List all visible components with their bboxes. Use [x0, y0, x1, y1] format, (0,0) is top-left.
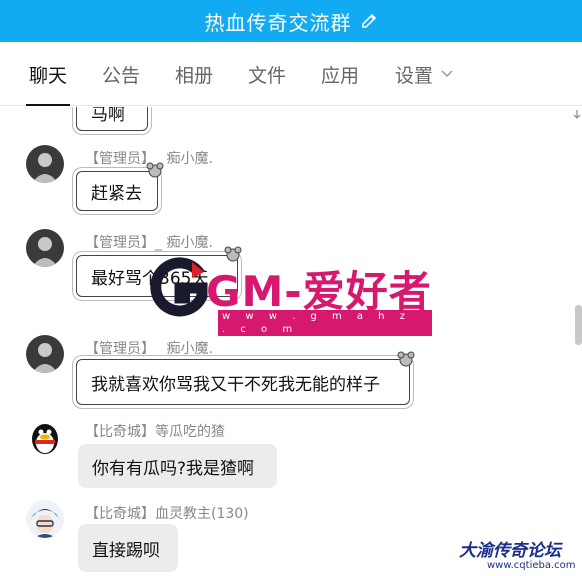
- tab-announcement[interactable]: 公告: [102, 42, 140, 106]
- message-text: 马啊: [91, 107, 125, 125]
- forum-watermark: 大渝传奇论坛 www.cqtieba.com: [455, 536, 580, 576]
- message-timestamp: 7:16:54: [276, 310, 323, 324]
- sender-name: 【比奇城】等瓜吃的猹: [85, 424, 225, 440]
- tab-chat[interactable]: 聊天: [25, 42, 71, 106]
- sender-name: 【比奇城】血灵教主(130): [85, 506, 249, 522]
- tab-bar: 聊天 公告 相册 文件 应用 设置: [0, 42, 582, 119]
- message-bubble[interactable]: 马啊: [76, 107, 148, 131]
- title-bar: 热血传奇交流群: [0, 0, 582, 42]
- tab-label: 应用: [321, 64, 360, 87]
- tab-settings[interactable]: 设置: [395, 42, 453, 106]
- message-bubble[interactable]: 我就喜欢你骂我又干不死我无能的样子: [76, 359, 410, 405]
- message-text: 你有有瓜吗?我是猹啊: [92, 458, 255, 479]
- avatar[interactable]: [26, 418, 64, 456]
- chat-history[interactable]: 马啊 【管理员】_ 痴小魔. 赶紧去 【管理员】_ 痴小魔. 最好骂个365天 …: [0, 107, 582, 576]
- message-text: 赶紧去: [91, 183, 142, 204]
- bear-badge-icon: [397, 351, 415, 367]
- sender-name: 【管理员】_ 痴小魔.: [85, 341, 213, 357]
- forum-title: 大渝传奇论坛: [459, 541, 561, 561]
- message-bubble[interactable]: 直接踢呗: [78, 524, 178, 572]
- sender-name: 【管理员】_ 痴小魔.: [85, 235, 213, 251]
- avatar[interactable]: [26, 145, 64, 183]
- tab-apps[interactable]: 应用: [321, 42, 359, 106]
- tab-label: 聊天: [29, 64, 68, 87]
- scrollbar-thumb[interactable]: [575, 305, 582, 345]
- message-bubble[interactable]: 你有有瓜吗?我是猹啊: [78, 444, 277, 488]
- message-text: 最好骂个365天: [91, 268, 209, 289]
- avatar[interactable]: [26, 335, 64, 373]
- group-title: 热血传奇交流群: [204, 10, 352, 35]
- message-bubble[interactable]: 最好骂个365天: [76, 255, 238, 297]
- avatar[interactable]: [26, 500, 64, 538]
- tab-files[interactable]: 文件: [248, 42, 286, 106]
- tab-album[interactable]: 相册: [175, 42, 213, 106]
- message-text: 直接踢呗: [92, 540, 160, 561]
- tab-label: 公告: [102, 64, 141, 87]
- chevron-down-icon: [441, 70, 453, 78]
- message-text: 我就喜欢你骂我又干不死我无能的样子: [91, 374, 380, 395]
- bear-badge-icon: [146, 162, 164, 178]
- pencil-icon[interactable]: [360, 12, 378, 30]
- avatar[interactable]: [26, 229, 64, 267]
- tab-label: 相册: [175, 64, 214, 87]
- bear-badge-icon: [224, 246, 242, 262]
- forum-url: www.cqtieba.com: [487, 560, 576, 571]
- tab-label: 设置: [395, 64, 434, 87]
- tab-label: 文件: [248, 64, 287, 87]
